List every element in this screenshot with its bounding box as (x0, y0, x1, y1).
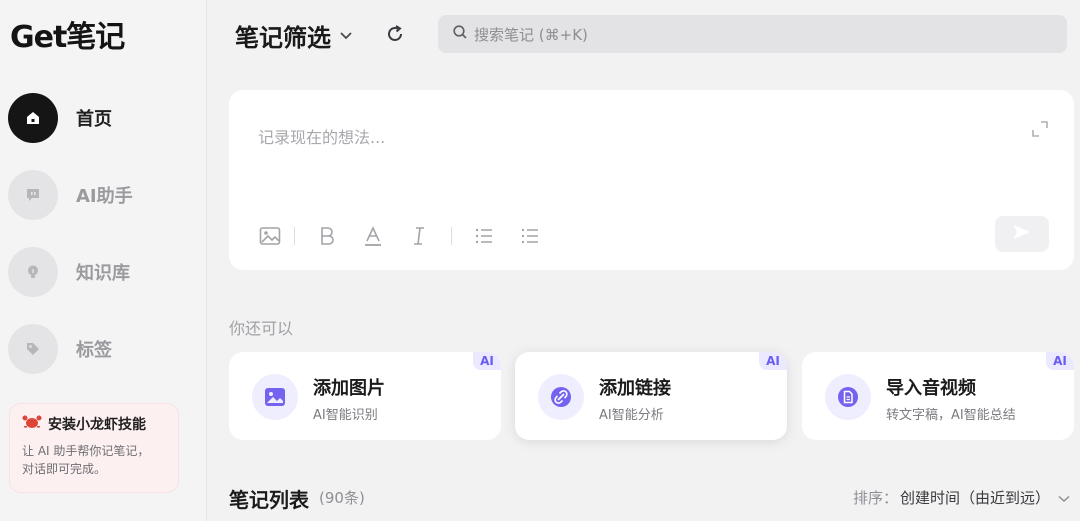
card-subtitle: AI智能分析 (599, 408, 664, 423)
send-icon (1012, 223, 1032, 245)
toolbar-divider (294, 227, 295, 245)
notes-count: (90条) (319, 489, 365, 507)
sidebar-item-label: 首页 (76, 109, 112, 130)
app-logo[interactable]: Get笔记 (10, 12, 125, 56)
card-title: 添加图片 (313, 378, 385, 399)
sidebar-item-knowledge-base[interactable]: 知识库 (8, 246, 198, 298)
sort-dropdown[interactable]: 排序： 创建时间（由近到远） (853, 487, 1070, 508)
add-link-card[interactable]: AI 添加链接 AI智能分析 (515, 352, 787, 440)
sort-label: 排序： (852, 489, 898, 507)
ai-badge: AI (473, 352, 501, 370)
search-icon (452, 24, 468, 44)
promo-desc-line1: 让 AI 助手帮你记笔记， (22, 444, 150, 458)
send-button[interactable] (995, 216, 1049, 252)
promo-desc-line2: 对话即可完成。 (22, 462, 107, 476)
italic-icon[interactable] (407, 224, 431, 248)
card-title: 导入音视频 (886, 378, 976, 399)
card-title: 添加链接 (599, 378, 671, 399)
crab-icon (22, 414, 42, 434)
import-media-card[interactable]: AI 导入音视频 转文字稿，AI智能总结 (802, 352, 1074, 440)
add-image-card[interactable]: AI 添加图片 AI智能识别 (229, 352, 501, 440)
sort-value: 创建时间（由近到远） (899, 489, 1050, 507)
bold-icon[interactable] (315, 224, 339, 248)
chat-bot-icon (8, 170, 58, 220)
editor-toolbar (258, 224, 542, 248)
search-input[interactable]: 搜索笔记 (⌘+K) (438, 15, 1067, 53)
editor-placeholder[interactable]: 记录现在的想法... (258, 124, 385, 148)
sidebar-item-label: 知识库 (76, 263, 130, 284)
insert-image-icon[interactable] (258, 224, 282, 248)
bullet-list-icon[interactable] (518, 224, 542, 248)
promo-title: 安装小龙虾技能 (48, 417, 146, 433)
text-color-icon[interactable] (361, 224, 385, 248)
ai-badge: AI (759, 352, 787, 370)
chevron-down-icon (1058, 489, 1070, 507)
sidebar-item-label: 标签 (76, 340, 112, 361)
card-subtitle: 转文字稿，AI智能总结 (886, 408, 1016, 423)
notes-list-title: 笔记列表 (229, 488, 309, 512)
ordered-list-icon[interactable] (472, 224, 496, 248)
install-skill-promo[interactable]: 安装小龙虾技能 让 AI 助手帮你记笔记， 对话即可完成。 (9, 403, 179, 493)
section-hint: 你还可以 (229, 319, 294, 338)
refresh-icon[interactable] (384, 23, 406, 45)
note-filter-dropdown[interactable]: 笔记筛选 (235, 18, 353, 53)
toolbar-divider (451, 227, 452, 245)
page-title: 笔记筛选 (235, 24, 331, 52)
chevron-down-icon (339, 26, 353, 45)
document-icon (825, 374, 871, 420)
sidebar: Get笔记 首页 AI助手 知识库 标签 安装小龙虾技能 让 AI 助手帮你记笔… (0, 0, 207, 521)
link-icon (538, 374, 584, 420)
ai-badge: AI (1046, 352, 1074, 370)
note-editor[interactable]: 记录现在的想法... (229, 90, 1074, 270)
image-icon (252, 374, 298, 420)
sidebar-item-label: AI助手 (76, 186, 133, 207)
sidebar-item-home[interactable]: 首页 (8, 92, 198, 144)
sidebar-item-tags[interactable]: 标签 (8, 323, 198, 375)
tag-icon (8, 324, 58, 374)
card-subtitle: AI智能识别 (313, 408, 378, 423)
home-icon (8, 93, 58, 143)
expand-icon[interactable] (1031, 120, 1049, 142)
sidebar-item-ai-assistant[interactable]: AI助手 (8, 169, 198, 221)
search-placeholder: 搜索笔记 (⌘+K) (474, 25, 588, 44)
bulb-icon (8, 247, 58, 297)
